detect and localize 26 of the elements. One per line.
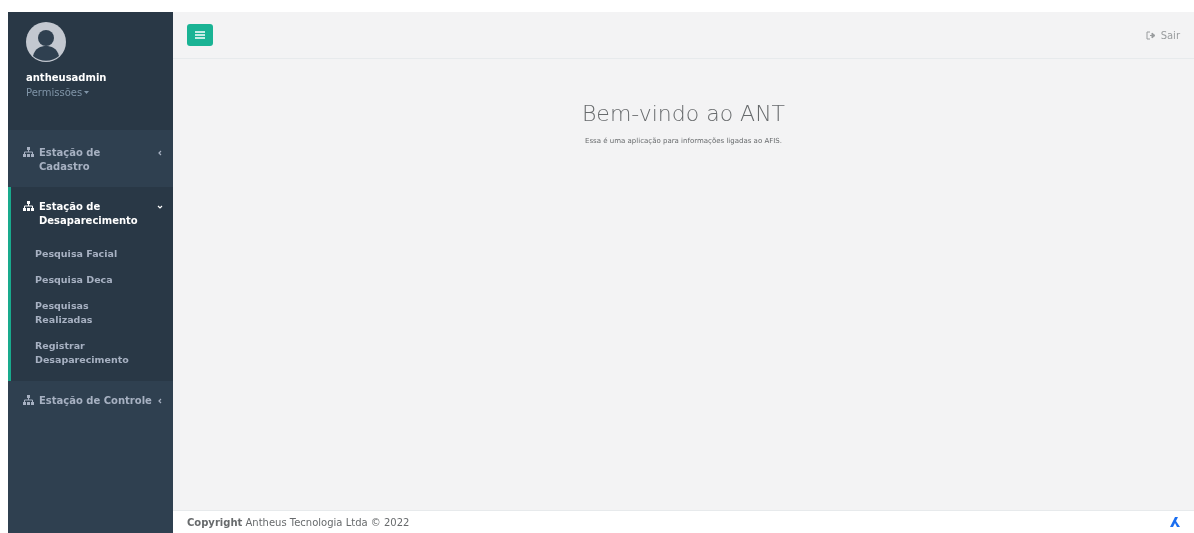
welcome-title: Bem-vindo ao ANT [581,100,786,128]
avatar-icon [26,22,66,62]
nav-item[interactable]: Estação de Cadastro [11,133,173,187]
sitemap-icon [23,201,34,211]
nav-label: Estação de Desaparecimento [39,200,139,228]
submenu-link[interactable]: Pesquisas Realizadas [11,293,147,333]
copyright-text: Copyright Antheus Tecnologia Ltda © 2022 [187,515,410,530]
caret-icon [84,91,90,94]
sitemap-icon [23,147,34,157]
username: antheusadmin [26,71,108,85]
submenu-link[interactable]: Pesquisa Facial [11,241,147,267]
chevron-down-icon [157,204,163,210]
nav-label: Estação de Cadastro [39,146,102,174]
submenu-link[interactable]: Pesquisa Deca [11,267,147,293]
chevron-left-icon [157,398,163,404]
logout-icon [1145,30,1156,40]
sitemap-icon [23,395,34,405]
permissions-dropdown[interactable]: Permissões [26,85,155,100]
logo-icon [1170,517,1180,527]
submenu-link[interactable]: Registrar Desaparecimento [11,333,147,373]
nav-item[interactable]: Estação de Desaparecimento [11,187,173,241]
nav-label: Estação de Controle [39,394,152,408]
chevron-left-icon [157,150,163,156]
menu-toggle-button[interactable] [187,24,213,46]
nav-item[interactable]: Estação de Controle [11,381,173,421]
menu-icon [195,31,205,39]
